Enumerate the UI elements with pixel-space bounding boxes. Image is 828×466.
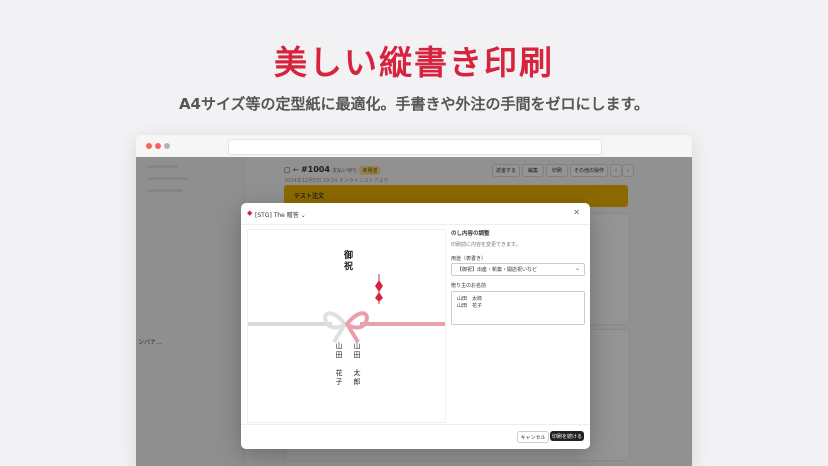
sender-name-1: 山田 太郎	[353, 342, 361, 387]
modal-title[interactable]: [STG] The 贈答 ⌄	[255, 210, 306, 219]
sender-name-2: 山田 花子	[335, 342, 343, 387]
panel-help: 印刷前に内容を変更できます。	[451, 242, 521, 248]
textarea-line: 山田 太郎	[457, 296, 483, 302]
zoom-dot[interactable]	[164, 143, 170, 149]
noshi-icon: ◆	[247, 209, 253, 217]
admin-app: ンバナ... ▢ ← #1004 支払い待ち 未発送 2024年12月5日 19…	[136, 157, 692, 466]
hero-title: 美しい縦書き印刷	[274, 43, 554, 82]
continue-print-button[interactable]: 印刷を続ける	[550, 431, 584, 441]
modal-footer: キャンセル 印刷を続ける	[241, 424, 590, 449]
settings-panel: のし内容の調整 印刷前に内容を変更できます。 用途（表書き） 【御祝】出産・新築…	[451, 229, 585, 421]
chevron-updown-icon: ⌄	[574, 265, 580, 272]
modal-header: ◆ [STG] The 贈答 ⌄ ✕	[241, 203, 590, 225]
purpose-label: 用途（表書き）	[451, 256, 487, 262]
url-bar[interactable]	[228, 139, 602, 155]
purpose-select-value: 【御祝】出産・新築・開店祝いなど	[457, 267, 538, 273]
textarea-line: 山田 花子	[457, 303, 483, 309]
panel-heading: のし内容の調整	[451, 231, 490, 237]
sender-names-textarea[interactable]: 山田 太郎 山田 花子	[451, 291, 585, 325]
noshi-preview: 御祝 山田 太郎 山田 花子	[247, 229, 446, 423]
browser-window: ンバナ... ▢ ← #1004 支払い待ち 未発送 2024年12月5日 19…	[136, 135, 692, 466]
hero-subtitle: A4サイズ等の定型紙に最適化。手書きや外注の手間をゼロにします。	[178, 95, 650, 113]
noshi-print-modal: ◆ [STG] The 贈答 ⌄ ✕ 御祝 山田 太郎 山田 花子 のし内容の調…	[241, 203, 590, 449]
minimize-dot[interactable]	[155, 143, 161, 149]
close-dot[interactable]	[146, 143, 152, 149]
omote-gaki: 御祝	[342, 250, 352, 272]
names-label: 贈り主のお名前	[451, 283, 487, 289]
cancel-button[interactable]: キャンセル	[517, 431, 549, 443]
browser-titlebar	[136, 135, 692, 158]
close-icon[interactable]: ✕	[573, 208, 580, 217]
purpose-select[interactable]: 【御祝】出産・新築・開店祝いなど ⌄	[451, 263, 585, 276]
